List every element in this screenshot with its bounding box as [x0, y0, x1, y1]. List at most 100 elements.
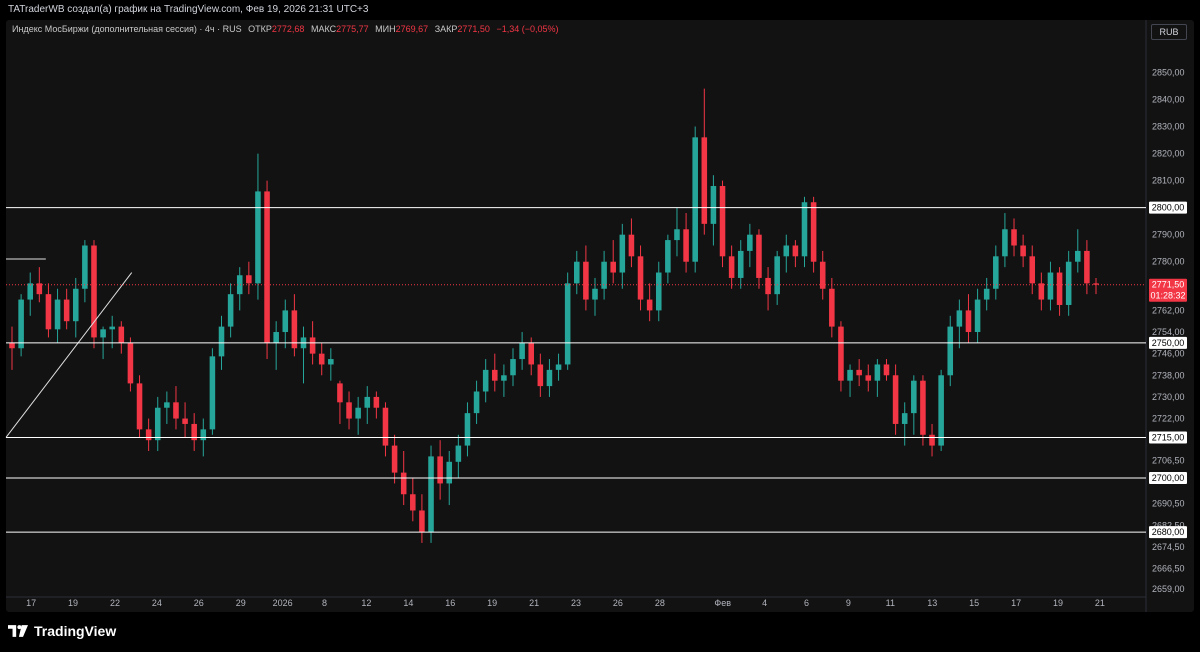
candle-body	[437, 456, 443, 484]
brand-name: TradingView	[34, 623, 117, 639]
x-tick-label: 17	[26, 598, 36, 608]
candle-body	[555, 364, 562, 370]
candle-body	[501, 375, 507, 381]
level-price-label: 2715,00	[1152, 432, 1185, 442]
candle-body	[72, 288, 79, 322]
candle-body	[364, 396, 371, 408]
candle-body	[27, 283, 33, 300]
candle-body	[1029, 256, 1036, 284]
candle-body	[719, 186, 726, 257]
y-tick-label: 2790,00	[1152, 230, 1185, 240]
candle-body	[419, 510, 425, 533]
candle-body	[610, 261, 616, 273]
candle-body	[628, 234, 635, 257]
y-tick-label: 2840,00	[1152, 94, 1185, 104]
candle-body	[874, 364, 881, 381]
candle-body	[54, 299, 61, 330]
candle-body	[154, 407, 161, 441]
x-tick-label: 14	[403, 598, 413, 608]
candle-body	[9, 342, 15, 349]
candle-body	[865, 375, 872, 381]
candle-body	[737, 250, 744, 278]
candle-body	[947, 326, 954, 376]
candle-body	[63, 299, 70, 322]
candle-body	[1020, 245, 1026, 257]
candle-body	[1038, 283, 1045, 300]
candle-body	[792, 245, 799, 257]
candle-body	[993, 256, 999, 289]
symbol-title[interactable]: Индекс МосБиржи (дополнительная сессия) …	[12, 24, 242, 34]
candle-body	[856, 369, 862, 376]
candle-body	[646, 299, 653, 311]
candle-body	[118, 326, 125, 343]
x-tick-label: 9	[846, 598, 851, 608]
candle-body	[255, 191, 261, 284]
candle-body	[901, 413, 908, 424]
x-tick-label: 21	[529, 598, 539, 608]
candle-body	[974, 299, 981, 333]
candle-body	[911, 380, 917, 414]
bar-countdown-label: 01:28:32	[1150, 291, 1185, 301]
close-label: ЗАКР	[434, 24, 458, 34]
candle-body	[528, 342, 535, 365]
open-value: 2772,68	[271, 24, 305, 34]
tradingview-logo-icon	[8, 625, 28, 637]
candle-body	[328, 359, 334, 365]
candle-body	[983, 288, 990, 300]
candle-body	[674, 229, 680, 241]
candle-body	[537, 364, 544, 387]
y-tick-label: 2820,00	[1152, 149, 1185, 159]
tradingview-logo[interactable]: TradingView	[8, 623, 116, 639]
candle-body	[592, 288, 598, 300]
candle-body	[227, 294, 234, 327]
candle-body	[965, 310, 972, 333]
level-price-label: 2800,00	[1152, 203, 1185, 213]
candle-body	[18, 299, 24, 349]
open-label: ОТКР	[248, 24, 272, 34]
candle-body	[747, 234, 753, 251]
candle-body	[519, 342, 525, 360]
level-price-label: 2680,00	[1152, 527, 1185, 537]
trend-line	[5, 272, 133, 438]
candle-body	[246, 275, 252, 284]
candle-body	[355, 407, 361, 419]
candle-body	[492, 369, 498, 381]
candle-body	[1047, 272, 1054, 300]
candle-body	[264, 191, 270, 343]
candle-body	[829, 288, 835, 327]
candle-body	[683, 229, 689, 262]
y-tick-label: 2674,50	[1152, 542, 1185, 552]
candle-body	[929, 434, 935, 446]
candle-body	[883, 364, 890, 376]
candle-body	[145, 429, 152, 441]
candle-body	[218, 326, 225, 357]
candle-body	[728, 256, 735, 278]
candle-body	[455, 445, 462, 462]
candle-body	[665, 240, 671, 273]
candle-body	[838, 326, 844, 381]
currency-button[interactable]: RUB	[1151, 24, 1187, 40]
candle-body	[446, 461, 453, 484]
candle-body	[920, 380, 926, 435]
x-tick-label: 6	[804, 598, 809, 608]
y-tick-label: 2810,00	[1152, 176, 1185, 186]
x-tick-label: 24	[152, 598, 162, 608]
price-chart[interactable]: 2850,00 2840,00 2830,00 2820,00 2810,00 2800,…	[0, 0, 1200, 612]
y-tick-label: 2830,00	[1152, 122, 1185, 132]
x-tick-label: 8	[322, 598, 327, 608]
x-tick-label: 15	[969, 598, 979, 608]
close-value: 2771,50	[457, 24, 490, 34]
candle-body	[801, 202, 808, 257]
y-tick-label: 2746,00	[1152, 349, 1185, 359]
candle-body	[173, 402, 179, 419]
change-value: −1,34 (−0,05%)	[496, 24, 559, 34]
candle-body	[136, 383, 143, 430]
y-tick-label: 2780,00	[1152, 257, 1185, 267]
x-tick-label: 16	[445, 598, 455, 608]
candle-body	[209, 356, 216, 430]
candle-body	[82, 245, 88, 289]
candle-body	[282, 310, 289, 333]
candle-body	[182, 418, 188, 424]
footer-bar	[0, 612, 1200, 652]
candle-body	[309, 337, 316, 354]
